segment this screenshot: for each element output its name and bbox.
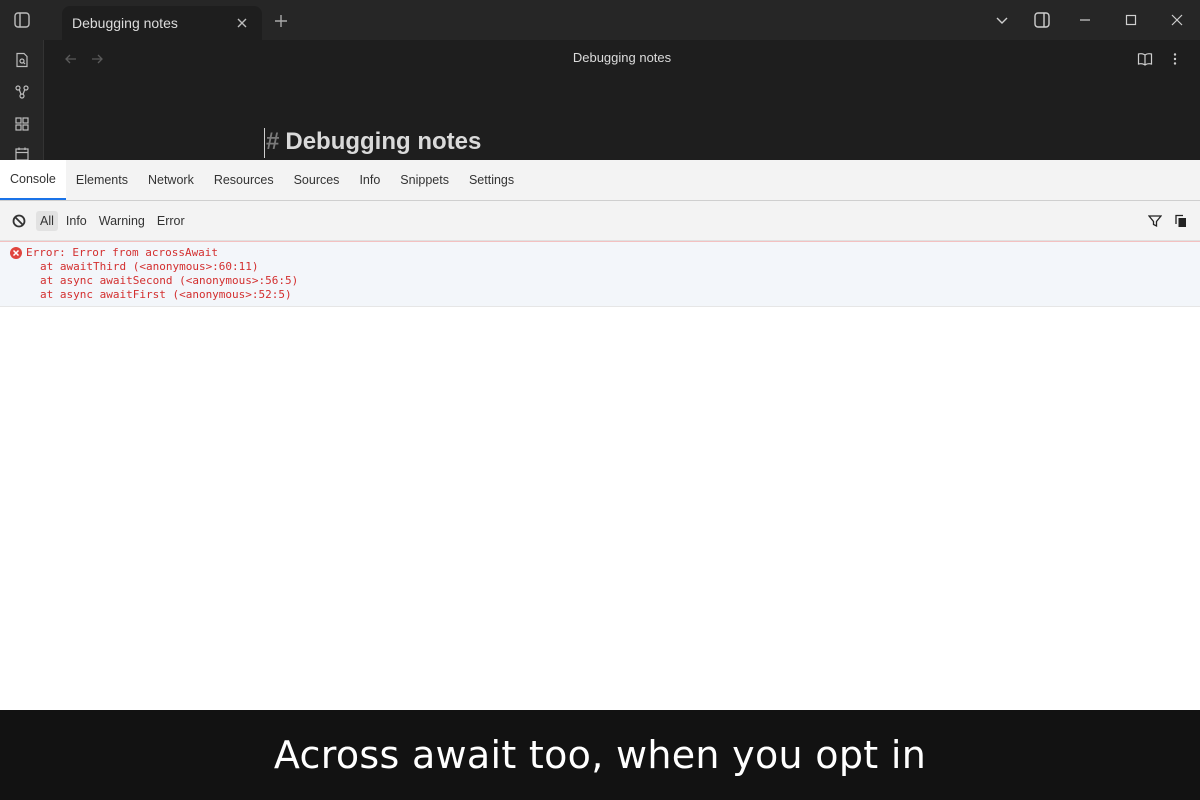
tab-elements[interactable]: Elements — [66, 160, 138, 200]
tab-settings[interactable]: Settings — [459, 160, 524, 200]
tab-resources[interactable]: Resources — [204, 160, 284, 200]
error-message-text: Error: Error from acrossAwait — [26, 246, 219, 259]
caption-text: Across await too, when you opt in — [273, 733, 927, 777]
level-all-button[interactable]: All — [36, 210, 58, 231]
title-bar: Debugging notes — [0, 0, 1200, 40]
more-options-icon[interactable] — [1164, 48, 1186, 70]
console-toolbar-actions — [1146, 212, 1190, 230]
window-controls — [982, 0, 1200, 40]
layout-grid-icon[interactable] — [0, 108, 44, 140]
file-search-icon[interactable] — [0, 44, 44, 76]
devtools-panel: Console Elements Network Resources Sourc… — [0, 160, 1200, 710]
level-info-button[interactable]: Info — [62, 211, 91, 231]
stack-frame: at async awaitFirst (<anonymous>:52:5) — [40, 288, 292, 301]
console-toolbar: All Info Warning Error — [0, 201, 1200, 241]
heading-text: Debugging notes — [285, 128, 482, 155]
tab-console[interactable]: Console — [0, 160, 66, 200]
editor-pane: Debugging notes # Debugging notes — [44, 40, 1200, 160]
clear-console-icon[interactable] — [10, 212, 28, 230]
left-ribbon — [0, 40, 44, 160]
tab-debugging-notes[interactable]: Debugging notes — [62, 6, 262, 40]
view-title[interactable]: Debugging notes — [44, 50, 1200, 65]
stack-frame: at async awaitSecond (<anonymous>:56:5) — [40, 274, 299, 287]
filter-icon[interactable] — [1146, 212, 1164, 230]
graph-icon[interactable] — [0, 76, 44, 108]
tab-snippets[interactable]: Snippets — [390, 160, 459, 200]
level-error-button[interactable]: Error — [153, 211, 189, 231]
text-cursor — [264, 128, 265, 158]
caption-bar: Across await too, when you opt in — [0, 710, 1200, 800]
sidebar-toggle-icon[interactable] — [0, 0, 44, 40]
window-close-icon[interactable] — [1154, 0, 1200, 40]
heading-marker: # — [266, 128, 280, 155]
chevron-down-icon[interactable] — [982, 0, 1022, 40]
tab-network[interactable]: Network — [138, 160, 204, 200]
note-heading[interactable]: # Debugging notes — [264, 128, 481, 158]
reading-view-icon[interactable] — [1134, 48, 1156, 70]
tab-sources[interactable]: Sources — [284, 160, 350, 200]
editor-actions — [1134, 48, 1186, 70]
calendar-icon[interactable] — [0, 140, 44, 160]
console-error-message[interactable]: Error: Error from acrossAwait at awaitTh… — [0, 241, 1200, 307]
copy-icon[interactable] — [1172, 212, 1190, 230]
devtools-tab-bar: Console Elements Network Resources Sourc… — [0, 160, 1200, 201]
error-icon — [10, 247, 22, 259]
maximize-icon[interactable] — [1108, 0, 1154, 40]
tab-label: Debugging notes — [72, 15, 178, 31]
right-sidebar-toggle-icon[interactable] — [1022, 0, 1062, 40]
tab-info[interactable]: Info — [349, 160, 390, 200]
level-warning-button[interactable]: Warning — [95, 211, 149, 231]
stack-frame: at awaitThird (<anonymous>:60:11) — [40, 260, 259, 273]
plus-icon[interactable] — [270, 10, 292, 32]
minimize-icon[interactable] — [1062, 0, 1108, 40]
close-icon[interactable] — [232, 13, 252, 33]
error-message-line: Error: Error from acrossAwait — [10, 246, 1190, 260]
